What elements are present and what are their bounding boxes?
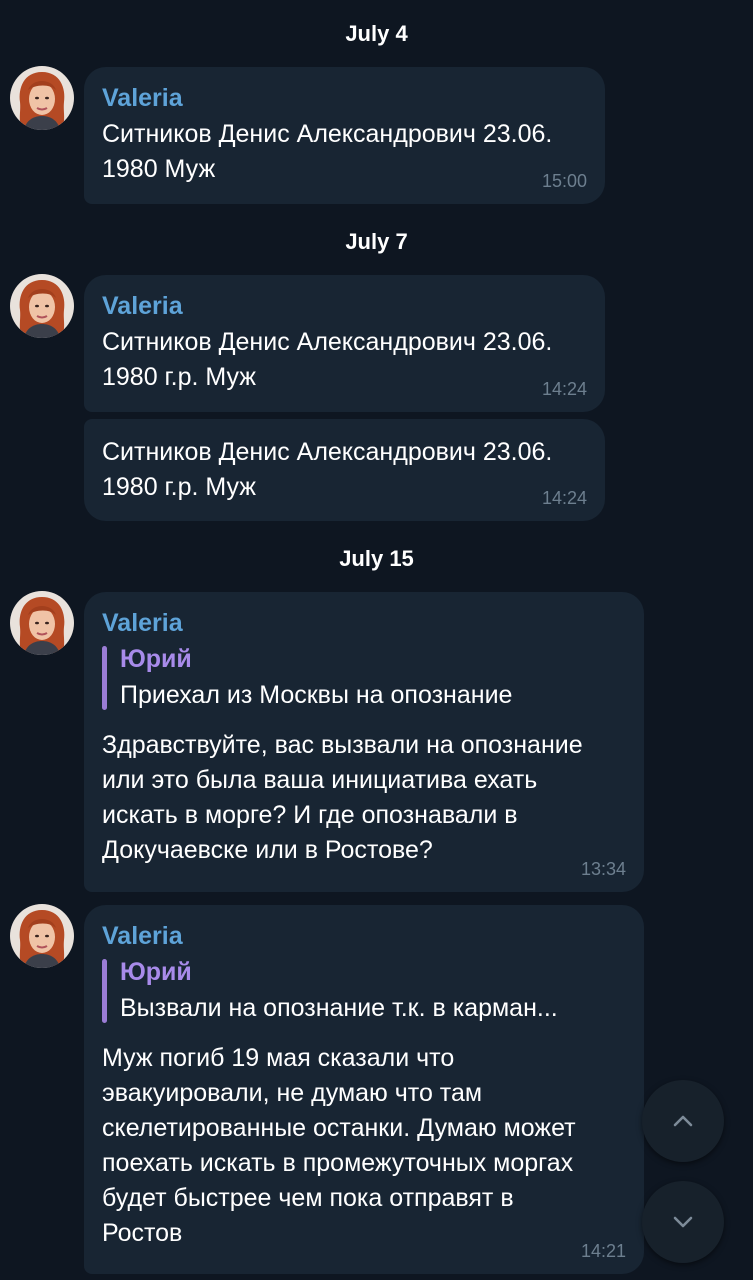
chevron-down-icon <box>673 1216 693 1228</box>
date-separator: July 15 <box>339 546 414 571</box>
avatar-image <box>10 591 74 655</box>
date-separator: July 4 <box>345 21 408 46</box>
message-bubble[interactable]: Valeria Ситников Денис Александрович 23.… <box>84 275 605 412</box>
message-bubble[interactable]: Ситников Денис Александрович 23.06. 1980… <box>84 419 605 521</box>
chevron-up-icon <box>673 1115 693 1127</box>
reply-quote[interactable]: Юрий Вызвали на опознание т.к. в карман.… <box>102 957 626 1025</box>
chat-history: July 4 Valeria Ситников Денис Александро… <box>0 0 753 1280</box>
avatar[interactable] <box>10 66 74 130</box>
sender-name[interactable]: Valeria <box>102 83 587 113</box>
message-text: Ситников Денис Александрович 23.06. 1980… <box>102 438 553 501</box>
sender-name[interactable]: Valeria <box>102 921 626 951</box>
message-time: 14:21 <box>580 1241 626 1261</box>
sender-name[interactable]: Valeria <box>102 291 587 321</box>
reply-quote[interactable]: Юрий Приехал из Москвы на опознание <box>102 644 626 712</box>
scroll-up-button[interactable] <box>642 1080 724 1162</box>
avatar[interactable] <box>10 274 74 338</box>
message-bubble[interactable]: Valeria Юрий Вызвали на опознание т.к. в… <box>84 905 644 1274</box>
date-separator: July 7 <box>345 229 408 254</box>
message-time: 14:24 <box>541 379 587 399</box>
reply-author: Юрий <box>120 958 192 986</box>
message-text: Ситников Денис Александрович 23.06. 1980… <box>102 120 553 183</box>
message-text: Муж погиб 19 мая сказали что эвакуировал… <box>102 1044 576 1247</box>
avatar-image <box>10 66 74 130</box>
sender-name[interactable]: Valeria <box>102 608 626 638</box>
message-time: 13:34 <box>580 859 626 879</box>
message-bubble[interactable]: Valeria Ситников Денис Александрович 23.… <box>84 67 605 204</box>
message-time: 15:00 <box>541 171 587 191</box>
avatar[interactable] <box>10 904 74 968</box>
message-bubble[interactable]: Valeria Юрий Приехал из Москвы на опозна… <box>84 592 644 892</box>
avatar-image <box>10 274 74 338</box>
message-text: Ситников Денис Александрович 23.06. 1980… <box>102 328 553 391</box>
reply-author: Юрий <box>120 645 192 673</box>
avatar-image <box>10 904 74 968</box>
message-time: 14:24 <box>541 488 587 508</box>
avatar[interactable] <box>10 591 74 655</box>
message-text: Здравствуйте, вас вызвали на опознание и… <box>102 731 583 864</box>
scroll-down-button[interactable] <box>642 1181 724 1263</box>
reply-text: Вызвали на опознание т.к. в карман... <box>120 994 558 1022</box>
reply-text: Приехал из Москвы на опознание <box>120 681 513 709</box>
